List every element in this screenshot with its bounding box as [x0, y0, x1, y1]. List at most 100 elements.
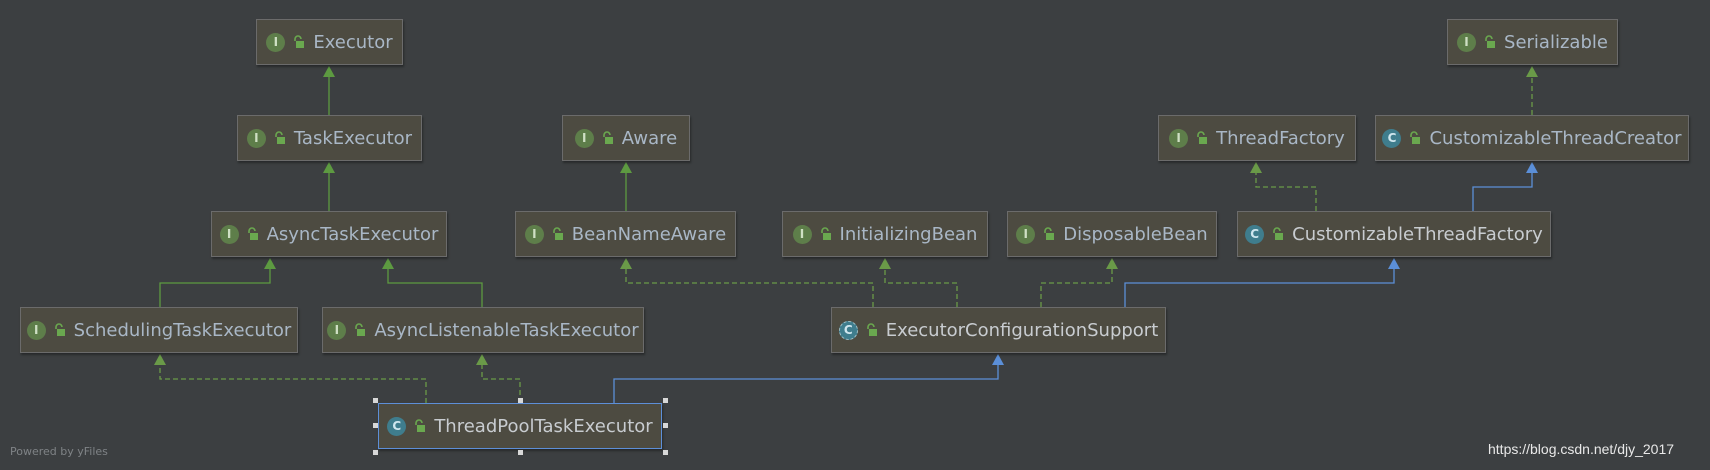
node-label: ThreadPoolTaskExecutor [434, 415, 653, 437]
edge-implements [1040, 258, 1118, 307]
class-icon: C [1245, 224, 1265, 244]
arrowhead [154, 354, 166, 365]
unlock-icon [1273, 227, 1284, 240]
edge-extends [323, 66, 335, 115]
selection-handle[interactable] [373, 450, 378, 455]
arrowhead [1526, 66, 1538, 77]
arrowhead [382, 258, 394, 269]
node-label: BeanNameAware [571, 223, 727, 245]
selection-handle[interactable] [663, 398, 668, 403]
unlock-icon [866, 323, 877, 336]
edge-implements [879, 258, 958, 307]
selection-handle[interactable] [663, 423, 668, 428]
arrowhead [1106, 258, 1118, 269]
unlock-icon [602, 131, 613, 144]
powered-by-label: Powered by yFiles [10, 445, 108, 458]
arrowhead [264, 258, 276, 269]
unlock-icon [247, 227, 258, 240]
node-initializing-bean[interactable]: I InitializingBean [782, 211, 988, 257]
class-icon: C [387, 416, 407, 436]
unlock-icon [552, 227, 563, 240]
node-executor[interactable]: I Executor [256, 19, 403, 65]
edge-implements [620, 258, 874, 307]
unlock-icon [1044, 227, 1055, 240]
unlock-icon [275, 131, 285, 144]
unlock-icon [820, 227, 831, 240]
node-label: AsyncTaskExecutor [266, 223, 439, 245]
node-async-listenable-task-executor[interactable]: I AsyncListenableTaskExecutor [322, 307, 644, 353]
abstract-class-icon: C [838, 320, 858, 340]
node-async-task-executor[interactable]: I AsyncTaskExecutor [211, 211, 447, 257]
arrowhead [992, 354, 1004, 365]
selection-handle[interactable] [518, 398, 523, 403]
arrowhead [323, 66, 335, 77]
node-customizable-thread-factory[interactable]: C CustomizableThreadFactory [1237, 211, 1551, 257]
node-customizable-thread-creator[interactable]: C CustomizableThreadCreator [1375, 115, 1689, 161]
edge-extends [323, 162, 335, 211]
edge-extends-class [613, 354, 1004, 403]
node-label: Serializable [1504, 31, 1608, 53]
diagram-canvas: I Executor I Serializable I TaskExecutor… [0, 0, 1710, 470]
interface-icon: I [266, 32, 286, 52]
unlock-icon [1197, 131, 1208, 144]
selection-handle[interactable] [518, 450, 523, 455]
node-thread-factory[interactable]: I ThreadFactory [1158, 115, 1356, 161]
interface-icon: I [1169, 128, 1189, 148]
node-scheduling-task-executor[interactable]: I SchedulingTaskExecutor [20, 307, 298, 353]
arrowhead [879, 258, 891, 269]
arrowhead [620, 162, 632, 173]
node-thread-pool-task-executor[interactable]: C ThreadPoolTaskExecutor [378, 403, 662, 449]
interface-icon: I [219, 224, 239, 244]
edge-implements [154, 354, 427, 403]
edge-implements [1526, 66, 1538, 115]
node-bean-name-aware[interactable]: I BeanNameAware [515, 211, 736, 257]
arrowhead [1250, 162, 1262, 173]
edge-extends [620, 162, 632, 211]
class-icon: C [1382, 128, 1402, 148]
node-disposable-bean[interactable]: I DisposableBean [1007, 211, 1217, 257]
edge-extends-class [1124, 258, 1400, 307]
edge-extends [382, 258, 483, 307]
edge-extends [159, 258, 276, 307]
arrowhead [323, 162, 335, 173]
interface-icon: I [574, 128, 594, 148]
node-label: CustomizableThreadFactory [1292, 223, 1543, 245]
node-label: AsyncListenableTaskExecutor [374, 319, 639, 341]
arrowhead [620, 258, 632, 269]
node-label: Aware [621, 127, 678, 149]
node-serializable[interactable]: I Serializable [1447, 19, 1618, 65]
node-label: InitializingBean [839, 223, 978, 245]
interface-icon: I [327, 320, 347, 340]
node-label: ThreadFactory [1216, 127, 1345, 149]
interface-icon: I [1016, 224, 1036, 244]
unlock-icon [54, 323, 65, 336]
selection-handle[interactable] [373, 398, 378, 403]
interface-icon: I [524, 224, 544, 244]
interface-icon: I [246, 128, 266, 148]
node-label: Executor [313, 31, 393, 53]
node-executor-configuration-support[interactable]: C ExecutorConfigurationSupport [831, 307, 1166, 353]
interface-icon: I [792, 224, 812, 244]
edge-extends-class [1472, 162, 1538, 211]
arrowhead [476, 354, 488, 365]
unlock-icon [355, 323, 366, 336]
interface-icon: I [26, 320, 46, 340]
node-label: CustomizableThreadCreator [1429, 127, 1682, 149]
unlock-icon [294, 35, 305, 48]
selection-handle[interactable] [373, 423, 378, 428]
unlock-icon [1485, 35, 1496, 48]
arrowhead [1526, 162, 1538, 173]
node-label: ExecutorConfigurationSupport [885, 319, 1159, 341]
watermark-url: https://blog.csdn.net/djy_2017 [1488, 441, 1675, 457]
node-aware[interactable]: I Aware [562, 115, 690, 161]
node-task-executor[interactable]: I TaskExecutor [237, 115, 422, 161]
arrowhead [1388, 258, 1400, 269]
edge-implements [476, 354, 521, 403]
selection-handle[interactable] [663, 450, 668, 455]
unlock-icon [415, 419, 426, 432]
node-label: TaskExecutor [293, 127, 413, 149]
edge-implements [1250, 162, 1317, 211]
unlock-icon [1410, 131, 1421, 144]
node-label: SchedulingTaskExecutor [73, 319, 292, 341]
node-label: DisposableBean [1063, 223, 1208, 245]
